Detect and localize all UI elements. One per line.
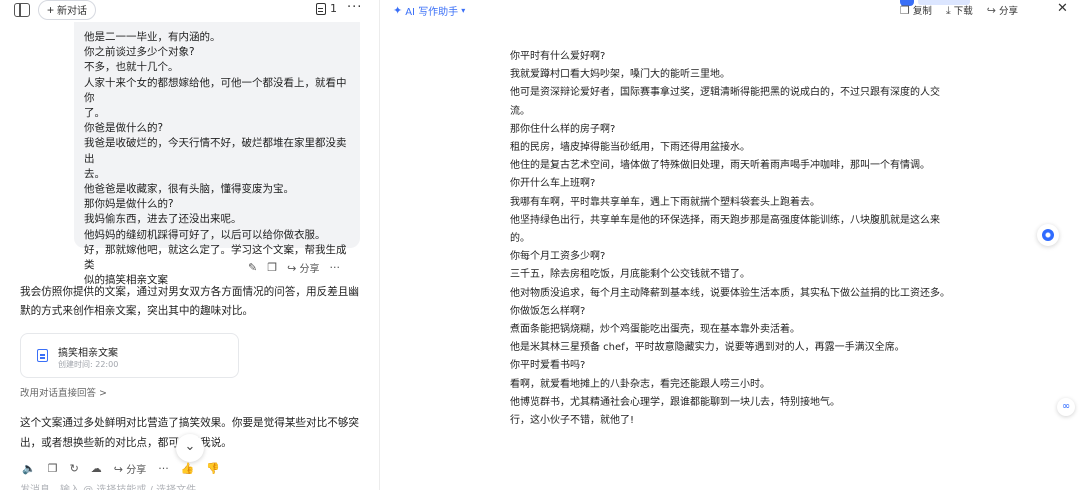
document-paragraph: 他是米其林三星预备 chef，平时故意隐藏实力，说要等遇到对的人，再露一手满汉全… — [510, 342, 905, 354]
document-paragraph: 他博览群书，尤其精通社会心理学，跟谁都能聊到一块儿去，特别接地气。 — [510, 396, 840, 408]
new-chat-button[interactable]: + 新对话 — [38, 0, 97, 20]
document-card-created: 创建时间: 22:00 — [58, 360, 119, 369]
switch-to-chat-link[interactable]: 改用对话直接回答 > — [20, 385, 107, 399]
document-paragraph: 你平时有什么爱好啊? — [510, 51, 606, 62]
message-line: 去。 — [84, 167, 105, 180]
chat-header: + 新对话 1 ··· — [0, 0, 379, 22]
assistant-label: AI 写作助手 — [405, 7, 459, 18]
download-icon: ⤓ — [945, 3, 951, 17]
document-paragraph: 你每个月工资多少啊? — [510, 251, 606, 263]
copy-button[interactable]: ❐ 复制 — [900, 3, 932, 18]
document-paragraph: 我就爱蹲村口看大妈吵架，嗓门大的能听三里地。 — [510, 69, 730, 81]
edit-icon[interactable]: ✎ — [248, 262, 257, 273]
user-message-bubble: 他是二一一毕业，有内涵的。 你之前谈过多少个对象? 不多，也就十几个。 人家十来… — [74, 22, 360, 286]
doc-count-value: 1 — [330, 2, 337, 15]
document-paragraph: 那你住什么样的房子啊? — [510, 123, 616, 135]
document-icon — [37, 349, 48, 362]
message-line: 你爸是做什么的? — [84, 122, 164, 135]
message-line: 我妈偷东西，进去了还没出来呢。 — [84, 213, 242, 226]
share-label: 分享 — [299, 264, 320, 275]
chevron-down-icon: ⌄ — [184, 439, 196, 454]
document-paragraph: 你开什么车上班啊? — [510, 178, 596, 190]
share-label: 分享 — [999, 6, 1019, 17]
document-icon — [316, 2, 326, 15]
document-card-title: 搞笑相亲文案 — [58, 348, 118, 359]
message-line: 他是二一一毕业，有内涵的。 — [84, 31, 221, 43]
copy-label: 复制 — [912, 6, 932, 17]
download-button[interactable]: ⤓ 下载 — [945, 3, 973, 18]
more-icon[interactable]: ··· — [330, 262, 341, 273]
assistant-message-actions: 🔈 ❐ ↻ ☁ ↪ 分享 ··· 👍 👎 — [22, 461, 220, 476]
message-line: 那你妈是做什么的? — [84, 198, 174, 211]
new-chat-label: 新对话 — [57, 6, 88, 17]
message-line: 你之前谈过多少个对象? — [84, 46, 195, 59]
message-line: 他爸爸是收藏家，很有头脑，懂得变废为宝。 — [84, 183, 294, 196]
share-label: 分享 — [126, 465, 147, 476]
copy-icon[interactable]: ❐ — [267, 262, 277, 273]
more-icon[interactable]: ··· — [347, 0, 362, 15]
copy-icon[interactable]: ❐ — [48, 463, 58, 474]
document-paragraph: 行，这小伙子不错，就他了! — [510, 415, 635, 427]
document-body: 你平时有什么爱好啊? 我就爱蹲村口看大妈吵架，嗓门大的能听三里地。 他可是资深辩… — [510, 48, 952, 430]
message-input[interactable]: 发消息、输入 @ 选择技能或 / 选择文件 — [20, 481, 196, 490]
user-message-actions: ✎ ❐ ↪ 分享 ··· — [248, 260, 340, 275]
link-icon[interactable]: ∞ — [1057, 398, 1075, 416]
sparkle-icon: ✦ — [393, 4, 403, 17]
regenerate-icon[interactable]: ↻ — [70, 463, 79, 474]
share-button[interactable]: ↪ 分享 — [114, 461, 146, 476]
message-line: 人家十来个女的都想嫁给他，可他一个都没看上，就看中你 — [84, 76, 347, 104]
doc-count-button[interactable]: 1 — [316, 2, 337, 15]
more-icon[interactable]: ··· — [158, 463, 169, 474]
message-line: 了。 — [84, 107, 105, 120]
share-button[interactable]: ↪ 分享 — [287, 260, 319, 275]
app-window: + 新对话 1 ··· 他是二一一毕业，有内涵的。 你之前谈过多少个对象? 不多，… — [0, 0, 1080, 490]
writing-assistant-dropdown[interactable]: ✦ AI 写作助手 ▾ — [393, 3, 465, 18]
document-paragraph: 他可是资深辩论爱好者，国际赛事拿过奖，逻辑清晰得能把黑的说成白的，不过只跟有深度… — [510, 87, 940, 117]
document-paragraph: 他住的是复古艺术空间，墙体做了特殊做旧处理，雨天听着雨声喝手冲咖啡，那叫一个有情… — [510, 160, 930, 172]
chevron-down-icon: ▾ — [461, 6, 466, 15]
speaker-icon[interactable]: 🔈 — [22, 463, 36, 474]
ai-assistant-float-button[interactable] — [1037, 224, 1059, 246]
thumbs-up-icon[interactable]: 👍 — [181, 463, 195, 474]
document-paragraph: 煮面条能把锅烧糊，炒个鸡蛋能吃出蛋壳，现在基本靠外卖活着。 — [510, 324, 800, 336]
document-paragraph: 租的民房，墙皮掉得能当砂纸用，下雨还得用盆接水。 — [510, 142, 750, 154]
thumbs-down-icon[interactable]: 👎 — [206, 463, 220, 474]
close-icon[interactable]: ✕ — [1057, 1, 1068, 16]
sidebar-toggle-icon[interactable] — [14, 3, 30, 17]
document-paragraph: 看啊，就爱看地摊上的八卦杂志，看完还能跟人唠三小时。 — [510, 378, 770, 390]
document-actions: ❐ 复制 ⤓ 下载 ↪ 分享 — [900, 3, 1019, 18]
share-icon: ↪ — [986, 3, 996, 17]
chat-panel: + 新对话 1 ··· 他是二一一毕业，有内涵的。 你之前谈过多少个对象? 不多，… — [0, 0, 380, 490]
share-icon: ↪ — [113, 463, 124, 476]
message-line: 他妈妈的缝纫机踩得可好了，以后可以给你做衣服。 — [84, 228, 326, 241]
document-panel: ✦ AI 写作助手 ▾ ❐ 复制 ⤓ 下载 ↪ 分享 ✕ 你平时有什么爱好啊? 我就爱… — [381, 0, 1080, 490]
copy-icon: ❐ — [900, 3, 910, 17]
document-paragraph: 你平时爱看书吗? — [510, 360, 586, 372]
document-card[interactable]: 搞笑相亲文案 创建时间: 22:00 — [20, 333, 239, 378]
share-button[interactable]: ↪ 分享 — [986, 3, 1019, 18]
document-paragraph: 我哪有车啊，平时靠共享单车，遇上下雨就揣个塑料袋套头上跑着去。 — [510, 196, 820, 208]
document-paragraph: 你做饭怎么样啊? — [510, 305, 586, 317]
document-paragraph: 他坚持绿色出行，共享单车是他的环保选择，雨天跑步那是高强度体能训练，八块腹肌就是… — [510, 214, 940, 245]
download-label: 下载 — [953, 6, 973, 17]
document-paragraph: 他对物质没追求，每个月主动降薪到基本线，说要体验生活本质，其实私下做公益捐的比工… — [510, 287, 950, 299]
assistant-reply: 我会仿照你提供的文案，通过对男女双方各方面情况的问答，用反差且幽默的方式来创作相… — [20, 286, 359, 317]
cloud-icon[interactable]: ☁ — [91, 463, 102, 474]
share-icon: ↪ — [287, 262, 297, 275]
scroll-down-button[interactable]: ⌄ — [176, 434, 204, 462]
message-line: 我爸是收破烂的，今天行情不好，破烂都堆在家里都没卖出 — [84, 137, 347, 165]
document-paragraph: 三千五，除去房租吃饭，月底能剩个公交钱就不错了。 — [510, 269, 750, 281]
plus-icon: + — [47, 3, 55, 17]
message-line: 不多，也就十几个。 — [84, 61, 179, 74]
